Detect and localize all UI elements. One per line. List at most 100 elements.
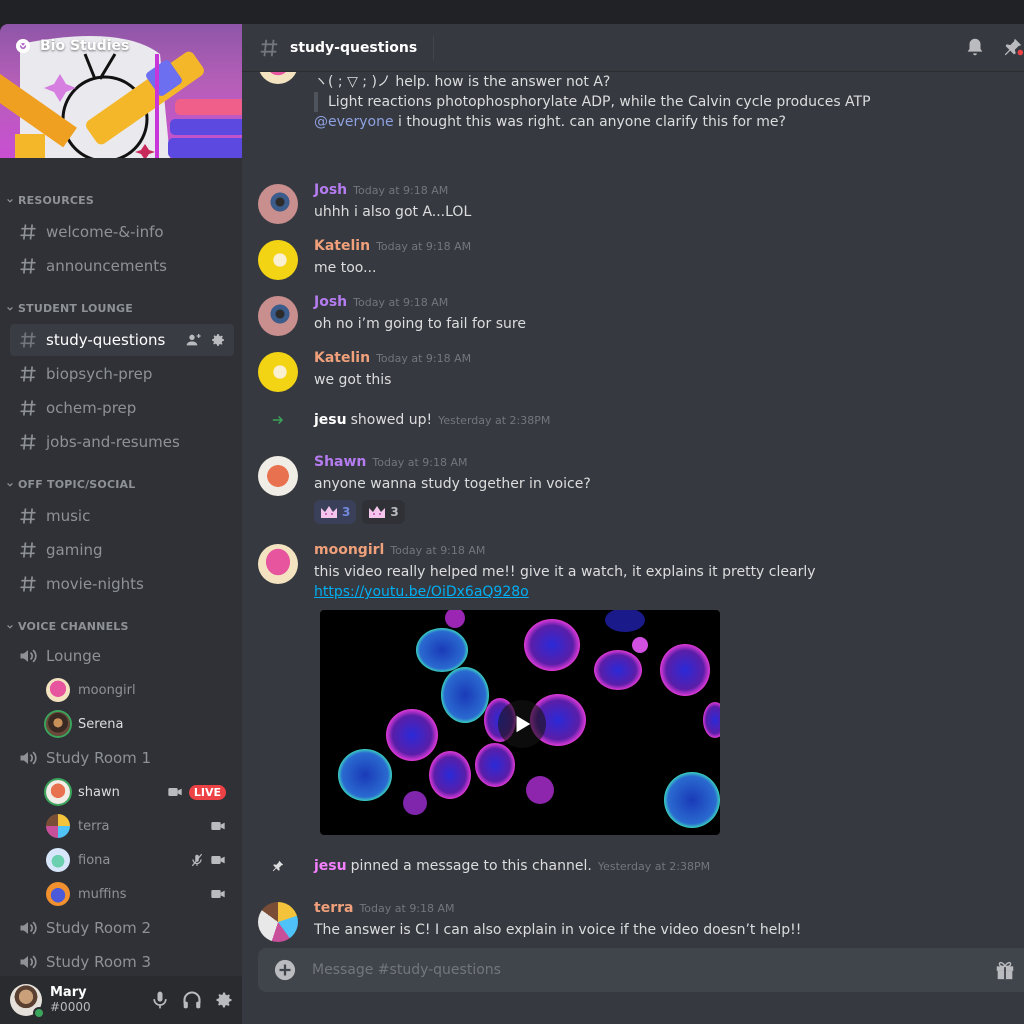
message-text: this video really helped me!! give it a … [314,564,816,580]
message-link[interactable]: https://youtu.be/OiDx6aQ928o [314,584,529,600]
channel-ochem-prep[interactable]: ochem-prep [10,392,234,424]
channel-gaming[interactable]: gaming [10,534,234,566]
speaker-icon [18,748,38,768]
microphone-icon[interactable] [150,990,170,1010]
category-off-topic[interactable]: OFF TOPIC/SOCIAL [6,478,135,491]
speaker-icon [18,918,38,938]
pin-icon[interactable] [1002,36,1024,58]
system-message-join: jesu showed up! Yesterday at 2:38PM [258,412,550,428]
channel-header: study-questions [242,24,1024,72]
voice-channel-study-room-1[interactable]: Study Room 1 [10,742,234,774]
hash-icon [18,222,38,242]
caret-down-icon [7,624,13,629]
voice-channel-study-room-2[interactable]: Study Room 2 [10,912,234,944]
channel-welcome-info[interactable]: welcome-&-info [10,216,234,248]
reaction-button[interactable]: 3 [362,500,405,524]
add-attachment-icon[interactable] [274,959,296,981]
caret-down-icon [7,306,13,311]
video-camera-icon [210,852,226,868]
avatar[interactable] [258,902,298,942]
voice-user-moongirl[interactable]: moongirl [46,675,234,705]
reaction-count: 3 [342,505,351,519]
avatar[interactable] [258,352,298,392]
message-text: anyone wanna study together in voice? [314,476,591,492]
notification-bell-icon[interactable] [964,36,986,58]
voice-user-name: fiona [78,852,111,868]
channel-study-questions[interactable]: study-questions [10,324,234,356]
channel-announcements[interactable]: announcements [10,250,234,282]
server-banner[interactable]: Bio Studies [0,24,242,158]
channel-label: Study Room 2 [46,919,152,937]
avatar [46,780,70,804]
message: moongirl Today at 9:18 AM this video real… [258,542,1024,835]
message-timestamp: Today at 9:18 AM [353,296,449,309]
channel-label: welcome-&-info [46,223,164,241]
avatar[interactable] [258,184,298,224]
message-author[interactable]: Josh [314,294,347,310]
gear-icon[interactable] [214,990,234,1010]
caret-down-icon [7,198,13,203]
chat-area: study-questions moongirl Today at 9:18 AM… [242,24,1024,1024]
message-author[interactable]: Shawn [314,454,366,470]
avatar[interactable] [258,240,298,280]
message-author[interactable]: Josh [314,182,347,198]
channel-biopsych-prep[interactable]: biopsych-prep [10,358,234,390]
hash-icon [18,256,38,276]
video-embed[interactable] [320,610,720,835]
category-label: RESOURCES [18,194,94,207]
system-user[interactable]: jesu [314,858,347,874]
voice-channel-study-room-3[interactable]: Study Room 3 [10,946,234,978]
play-button[interactable] [498,700,546,748]
speaker-icon [18,646,38,666]
headphones-icon[interactable] [182,990,202,1010]
channel-list: RESOURCES welcome-&-info announcements S… [0,158,242,976]
speaker-icon [18,952,38,972]
channel-label: announcements [46,257,167,275]
channel-music[interactable]: music [10,500,234,532]
avatar[interactable] [258,544,298,584]
channel-movie-nights[interactable]: movie-nights [10,568,234,600]
channel-sidebar: Bio Studies RESOURCES welcome-&-info ann… [0,24,242,1024]
gift-icon[interactable] [994,959,1016,981]
message: Josh Today at 9:18 AM uhhh i also got A..… [258,182,1024,224]
category-voice-channels[interactable]: VOICE CHANNELS [6,620,129,633]
voice-user-muffins[interactable]: muffins [46,879,234,909]
caret-down-icon [7,482,13,487]
category-resources[interactable]: RESOURCES [6,194,94,207]
avatar[interactable] [258,456,298,496]
message-input[interactable] [312,962,994,978]
channel-jobs-and-resumes[interactable]: jobs-and-resumes [10,426,234,458]
message-author[interactable]: moongirl [314,542,384,558]
message-text: we got this [314,372,392,388]
voice-user-terra[interactable]: terra [46,811,234,841]
hash-icon [18,574,38,594]
user-panel: Mary #0000 [0,976,242,1024]
server-name: Bio Studies [40,38,130,54]
message-quote: Light reactions photophosphorylate ADP, … [314,92,1024,112]
system-text: pinned a message to this channel. [350,858,592,874]
system-user[interactable]: jesu [314,412,347,428]
message-timestamp: Yesterday at 2:38PM [597,859,711,873]
message-author[interactable]: Katelin [314,238,370,254]
avatar[interactable] [10,984,45,1019]
voice-user-shawn[interactable]: shawn LIVE [46,777,234,807]
voice-user-serena[interactable]: Serena [46,709,234,739]
channel-label: jobs-and-resumes [46,433,180,451]
video-camera-icon [210,886,226,902]
system-text: showed up! [350,412,433,428]
message-timestamp: Today at 9:18 AM [376,352,472,365]
message-author[interactable]: Katelin [314,350,370,366]
category-student-lounge[interactable]: STUDENT LOUNGE [6,302,133,315]
message-composer [258,948,1024,992]
voice-channel-lounge[interactable]: Lounge [10,640,234,672]
message-author[interactable]: terra [314,900,353,916]
chevron-down-icon[interactable] [16,38,30,52]
voice-user-fiona[interactable]: fiona [46,845,234,875]
gear-icon[interactable] [210,332,226,348]
invite-member-icon[interactable] [186,332,202,348]
play-icon [516,715,531,733]
hash-icon [18,364,38,384]
avatar[interactable] [258,296,298,336]
mention[interactable]: @everyone [314,114,394,130]
reaction-button[interactable]: 3 [314,500,357,524]
